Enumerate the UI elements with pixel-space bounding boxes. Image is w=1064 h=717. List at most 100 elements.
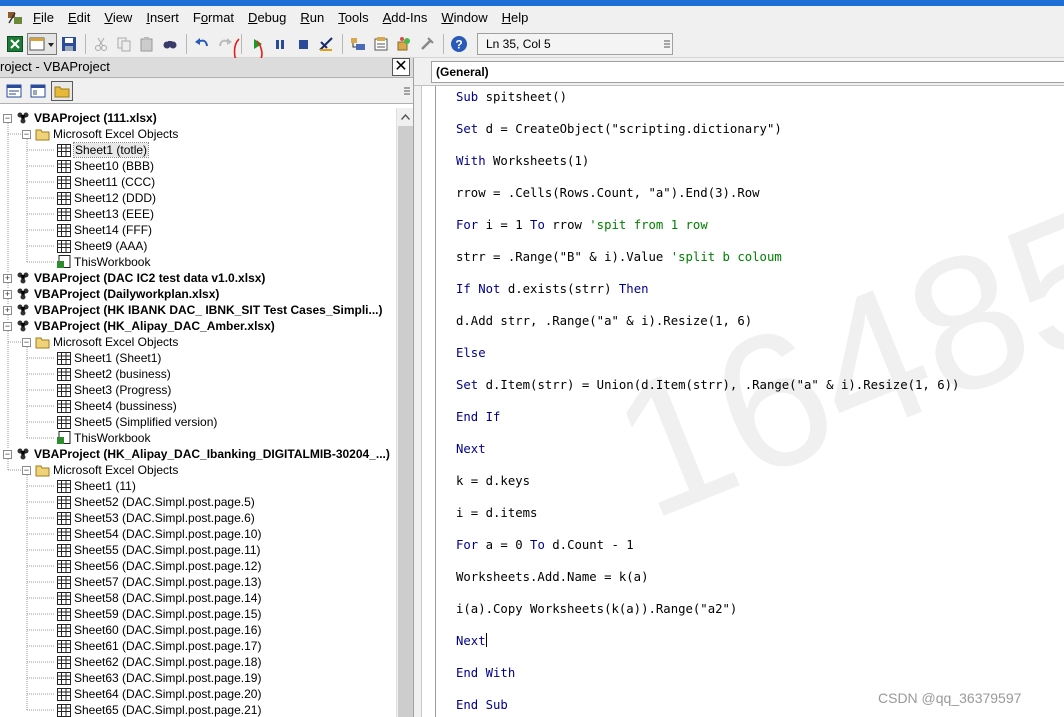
tree-item-sheet[interactable]: Sheet52 (DAC.Simpl.post.page.5) xyxy=(56,494,255,510)
tree-item-project[interactable]: − VBAProject (HK_Alipay_DAC_Ibanking_DIGI… xyxy=(3,446,390,462)
code-line[interactable]: Set d = CreateObject("scripting.dictiona… xyxy=(456,120,782,138)
tree-item-sheet[interactable]: Sheet5 (Simplified version) xyxy=(56,414,217,430)
collapse-icon[interactable]: − xyxy=(22,465,31,475)
copy-icon[interactable] xyxy=(113,33,135,55)
tree-item-sheet[interactable]: Sheet58 (DAC.Simpl.post.page.14) xyxy=(56,590,261,606)
toggle-folders-icon[interactable] xyxy=(51,80,73,101)
tree-item-sheet[interactable]: Sheet10 (BBB) xyxy=(56,158,154,174)
tree-item-sheet[interactable]: Sheet63 (DAC.Simpl.post.page.19) xyxy=(56,670,261,686)
code-margin-indicator-bar[interactable] xyxy=(422,86,436,717)
help-icon[interactable]: ? xyxy=(448,33,470,55)
break-icon[interactable] xyxy=(269,33,291,55)
tree-item-sheet[interactable]: Sheet61 (DAC.Simpl.post.page.17) xyxy=(56,638,261,654)
project-tree-scrollbar[interactable] xyxy=(396,108,413,717)
code-line[interactable]: For a = 0 To d.Count - 1 xyxy=(456,536,634,554)
save-icon[interactable] xyxy=(58,33,80,55)
toolbox-icon[interactable] xyxy=(416,33,438,55)
pane-toolbar-grip-icon[interactable] xyxy=(404,82,410,98)
close-icon[interactable]: ✕ xyxy=(392,58,410,76)
view-code-icon[interactable] xyxy=(3,81,25,101)
tree-item-project[interactable]: + VBAProject (HK IBANK DAC_ IBNK_SIT Test… xyxy=(3,302,383,318)
tree-item-sheet[interactable]: Sheet13 (EEE) xyxy=(56,206,154,222)
tree-item-sheet[interactable]: Sheet64 (DAC.Simpl.post.page.20) xyxy=(56,686,261,702)
menu-tools[interactable]: Tools xyxy=(331,6,375,30)
paste-icon[interactable] xyxy=(136,33,158,55)
tree-item-sheet[interactable]: Sheet1 (11) xyxy=(56,478,136,494)
code-line[interactable]: Next xyxy=(456,632,487,650)
tree-item-project[interactable]: + VBAProject (Dailyworkplan.xlsx) xyxy=(3,286,219,302)
collapse-icon[interactable]: − xyxy=(22,129,31,139)
tree-item-sheet[interactable]: Sheet54 (DAC.Simpl.post.page.10) xyxy=(56,526,261,542)
collapse-icon[interactable]: − xyxy=(22,337,31,347)
collapse-icon[interactable]: − xyxy=(3,321,12,331)
code-line[interactable]: End If xyxy=(456,408,500,426)
run-icon[interactable] xyxy=(246,33,268,55)
menu-file[interactable]: File xyxy=(26,6,61,30)
tree-item-workbook[interactable]: ThisWorkbook xyxy=(56,254,150,270)
tree-item-sheet[interactable]: Sheet1 (totle) xyxy=(56,142,150,158)
menu-edit[interactable]: Edit xyxy=(61,6,97,30)
tree-item-workbook[interactable]: ThisWorkbook xyxy=(56,430,150,446)
tree-item-sheet[interactable]: Sheet53 (DAC.Simpl.post.page.6) xyxy=(56,510,255,526)
code-line[interactable]: Next xyxy=(456,440,486,458)
collapse-icon[interactable]: − xyxy=(3,449,12,459)
design-mode-icon[interactable] xyxy=(315,33,337,55)
tree-item-sheet[interactable]: Sheet3 (Progress) xyxy=(56,382,171,398)
code-line[interactable]: rrow = .Cells(Rows.Count, "a").End(3).Ro… xyxy=(456,184,760,202)
tree-item-project[interactable]: − VBAProject (HK_Alipay_DAC_Amber.xlsx) xyxy=(3,318,275,334)
tree-item-sheet[interactable]: Sheet56 (DAC.Simpl.post.page.12) xyxy=(56,558,261,574)
code-line[interactable]: Sub spitsheet() xyxy=(456,88,567,106)
code-editor[interactable]: Sub spitsheet() Set d = CreateObject("scr… xyxy=(456,86,1064,717)
tree-item-sheet[interactable]: Sheet57 (DAC.Simpl.post.page.13) xyxy=(56,574,261,590)
menu-insert[interactable]: Insert xyxy=(139,6,186,30)
code-line[interactable]: strr = .Range("B" & i).Value 'split b co… xyxy=(456,248,782,266)
undo-icon[interactable] xyxy=(191,33,213,55)
code-line[interactable]: With Worksheets(1) xyxy=(456,152,589,170)
code-line[interactable]: i(a).Copy Worksheets(k(a)).Range("a2") xyxy=(456,600,737,618)
menu-format[interactable]: Format xyxy=(186,6,241,30)
reset-icon[interactable] xyxy=(292,33,314,55)
tree-item-sheet[interactable]: Sheet55 (DAC.Simpl.post.page.11) xyxy=(56,542,261,558)
menu-run[interactable]: Run xyxy=(293,6,331,30)
find-icon[interactable] xyxy=(159,33,181,55)
code-line[interactable]: k = d.keys xyxy=(456,472,530,490)
menu-window[interactable]: Window xyxy=(434,6,494,30)
code-line[interactable]: Else xyxy=(456,344,486,362)
code-line[interactable]: For i = 1 To rrow 'spit from 1 row xyxy=(456,216,708,234)
collapse-icon[interactable]: − xyxy=(3,113,12,123)
menu-help[interactable]: Help xyxy=(495,6,536,30)
insert-module-icon[interactable] xyxy=(27,33,57,55)
project-explorer-icon[interactable] xyxy=(347,33,369,55)
menu-debug[interactable]: Debug xyxy=(241,6,293,30)
code-line[interactable]: i = d.items xyxy=(456,504,537,522)
expand-icon[interactable]: + xyxy=(3,289,12,299)
tree-item-folder[interactable]: − Microsoft Excel Objects xyxy=(22,334,178,350)
tree-item-sheet[interactable]: Sheet11 (CCC) xyxy=(56,174,155,190)
tree-item-sheet[interactable]: Sheet9 (AAA) xyxy=(56,238,147,254)
cut-icon[interactable] xyxy=(90,33,112,55)
scroll-up-icon[interactable] xyxy=(397,108,414,125)
tree-item-project[interactable]: − VBAProject (111.xlsx) xyxy=(3,110,157,126)
code-line[interactable]: Set d.Item(strr) = Union(d.Item(strr), .… xyxy=(456,376,959,394)
code-line[interactable]: End With xyxy=(456,664,515,682)
tree-item-project[interactable]: + VBAProject (DAC IC2 test data v1.0.xlsx… xyxy=(3,270,265,286)
expand-icon[interactable]: + xyxy=(3,273,12,283)
expand-icon[interactable]: + xyxy=(3,305,12,315)
excel-view-icon[interactable] xyxy=(4,33,26,55)
redo-icon[interactable] xyxy=(214,33,236,55)
code-line[interactable]: End Sub xyxy=(456,696,508,714)
tree-item-sheet[interactable]: Sheet62 (DAC.Simpl.post.page.18) xyxy=(56,654,261,670)
toolbar-grip-icon[interactable] xyxy=(664,37,670,51)
code-line[interactable]: If Not d.exists(strr) Then xyxy=(456,280,649,298)
tree-item-sheet[interactable]: Sheet4 (bussiness) xyxy=(56,398,177,414)
tree-item-sheet[interactable]: Sheet59 (DAC.Simpl.post.page.15) xyxy=(56,606,261,622)
tree-item-sheet[interactable]: Sheet65 (DAC.Simpl.post.page.21) xyxy=(56,702,261,717)
tree-item-sheet[interactable]: Sheet12 (DDD) xyxy=(56,190,156,206)
tree-item-folder[interactable]: − Microsoft Excel Objects xyxy=(22,126,178,142)
vbe-app-icon[interactable] xyxy=(4,7,26,29)
tree-item-sheet[interactable]: Sheet14 (FFF) xyxy=(56,222,152,238)
tree-item-sheet[interactable]: Sheet60 (DAC.Simpl.post.page.16) xyxy=(56,622,261,638)
tree-item-sheet[interactable]: Sheet1 (Sheet1) xyxy=(56,350,161,366)
code-line[interactable]: d.Add strr, .Range("a" & i).Resize(1, 6) xyxy=(456,312,752,330)
tree-item-sheet[interactable]: Sheet2 (business) xyxy=(56,366,171,382)
